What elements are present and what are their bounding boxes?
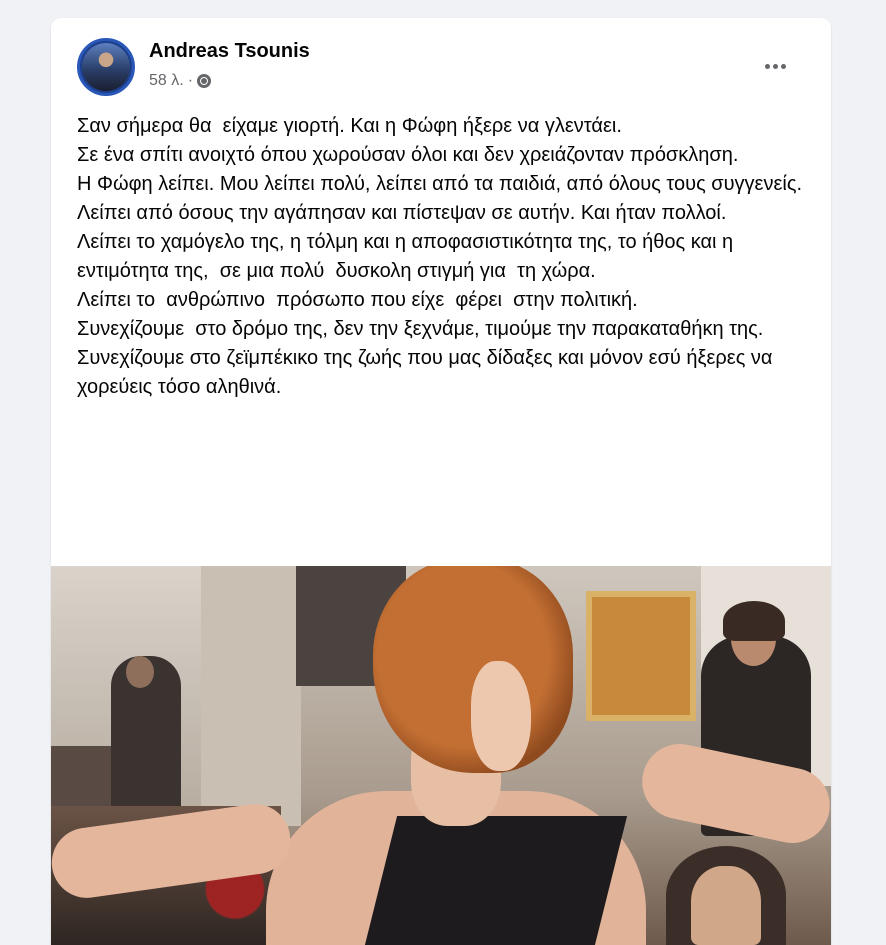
meta-separator: · bbox=[187, 72, 194, 89]
post-header: Andreas Tsounis 58 λ. · bbox=[51, 18, 831, 108]
post-photo[interactable] bbox=[51, 566, 831, 945]
post-paragraph: Συνεχίζουμε στο ζεϊμπέκικο της ζωής που … bbox=[77, 347, 779, 398]
post-paragraph: Σαν σήμερα θα είχαμε γιορτή. Και η Φώφη … bbox=[77, 115, 622, 137]
post-timestamp[interactable]: 58 λ. bbox=[149, 72, 184, 90]
post-paragraph: Λείπει το ανθρώπινο πρόσωπο που είχε φέρ… bbox=[77, 289, 638, 311]
post-meta: 58 λ. · bbox=[149, 72, 212, 90]
post-paragraph: Η Φώφη λείπει. Μου λείπει πολύ, λείπει α… bbox=[77, 173, 807, 224]
post-paragraph: Λείπει το χαμόγελο της, η τόλμη και η απ… bbox=[77, 231, 739, 282]
post-paragraph: Σε ένα σπίτι ανοιχτό όπου χωρούσαν όλοι … bbox=[77, 144, 739, 166]
more-options-icon[interactable] bbox=[757, 58, 793, 74]
author-avatar[interactable] bbox=[77, 38, 135, 96]
post-text: Σαν σήμερα θα είχαμε γιορτή. Και η Φώφη … bbox=[77, 112, 812, 402]
post-paragraph: Συνεχίζουμε στο δρόμο της, δεν την ξεχνά… bbox=[77, 318, 764, 340]
author-name[interactable]: Andreas Tsounis bbox=[149, 40, 310, 63]
globe-icon[interactable] bbox=[197, 74, 212, 88]
post-card: Andreas Tsounis 58 λ. · Σαν σήμερα θα εί… bbox=[51, 18, 831, 945]
